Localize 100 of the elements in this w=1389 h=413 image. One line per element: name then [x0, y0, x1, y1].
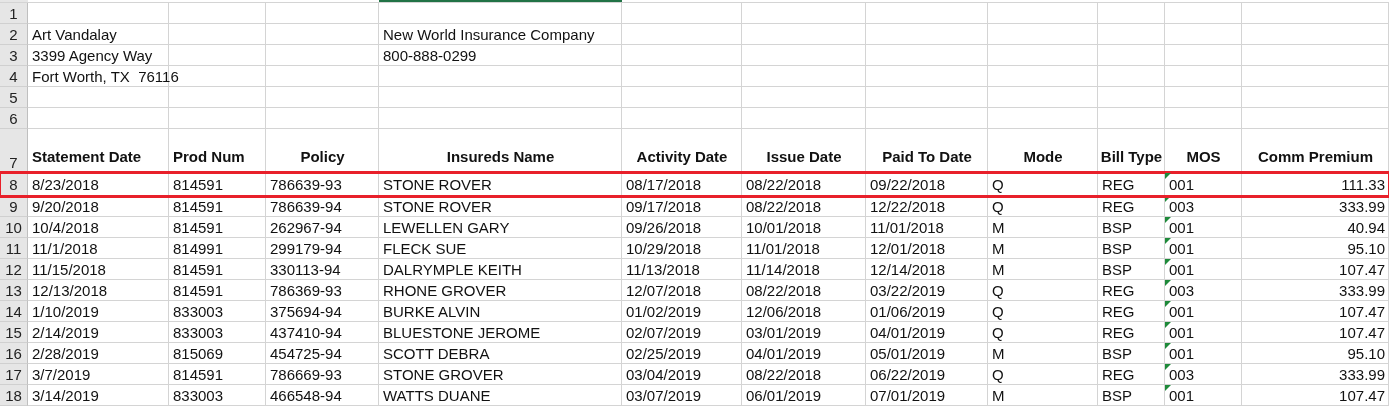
row-number[interactable]: 6 [0, 108, 28, 129]
cell-text: 10/01/2018 [746, 219, 822, 236]
cell-text: STONE ROVER [383, 176, 492, 193]
row-number[interactable]: 18 [0, 385, 28, 406]
row-number[interactable]: 14 [0, 301, 28, 322]
cell-text: REG [1102, 282, 1135, 299]
cell-text: Q [992, 176, 1004, 193]
cell-text: LEWELLEN GARY [383, 219, 510, 236]
row-number[interactable]: 5 [0, 87, 28, 108]
cell-text: FLECK SUE [383, 240, 467, 257]
cell-text: 11/01/2018 [870, 219, 944, 236]
column-header: Statement Date [32, 148, 142, 165]
cell-text: 07/01/2019 [870, 387, 946, 404]
row-number[interactable]: 4 [0, 66, 28, 87]
cell-text: 814991 [173, 240, 224, 257]
cell-text: 08/22/2018 [746, 282, 822, 299]
row-number[interactable]: 17 [0, 364, 28, 385]
cell-text: SCOTT DEBRA [383, 345, 490, 362]
cell-text: 001 [1169, 219, 1195, 236]
cell-text: DALRYMPLE KEITH [383, 261, 522, 278]
cell-text: Q [992, 198, 1004, 215]
cell-text: 333.99 [1339, 366, 1385, 383]
row-number[interactable]: 10 [0, 217, 28, 238]
row-number[interactable]: 7 [0, 129, 28, 173]
cell-text: New World Insurance Company [383, 26, 595, 43]
row-number[interactable]: 8 [0, 173, 28, 196]
cell-text: 814591 [173, 219, 224, 236]
cell-text: 299179-94 [270, 240, 342, 257]
cell-text: 05/01/2019 [870, 345, 946, 362]
cell-text: 2/28/2019 [32, 345, 99, 362]
cell-text: 814591 [173, 198, 224, 215]
cell-text: 107.47 [1339, 303, 1385, 320]
cell-text: 09/17/2018 [626, 198, 702, 215]
cell-text: REG [1102, 366, 1135, 383]
row-number[interactable]: 12 [0, 259, 28, 280]
row-number[interactable]: 13 [0, 280, 28, 301]
cell-text: BURKE ALVIN [383, 303, 481, 320]
cell-text: 786369-93 [270, 282, 342, 299]
cell-text: 09/22/2018 [870, 176, 946, 193]
cell-text: 12/13/2018 [32, 282, 108, 299]
row-number[interactable]: 3 [0, 45, 28, 66]
cell-text: Fort Worth, TX 76116 [32, 68, 179, 85]
cell-text: 001 [1169, 303, 1195, 320]
row-number[interactable]: 1 [0, 3, 28, 24]
row-number[interactable]: 16 [0, 343, 28, 364]
cell-text: REG [1102, 176, 1135, 193]
cell-text: 833003 [173, 303, 224, 320]
cell-text: REG [1102, 303, 1135, 320]
cell-text: 95.10 [1347, 345, 1385, 362]
cell-text: 437410-94 [270, 324, 342, 341]
cell-text: 01/06/2019 [870, 303, 946, 320]
column-header: Bill Type [1100, 148, 1163, 165]
cell-text: REG [1102, 198, 1135, 215]
cell-text: 11/01/2018 [746, 240, 820, 257]
cell-text: 003 [1169, 366, 1195, 383]
row-number[interactable]: 15 [0, 322, 28, 343]
row-number[interactable]: 9 [0, 196, 28, 217]
cell-text: Q [992, 282, 1004, 299]
cell-text: 06/22/2019 [870, 366, 946, 383]
cell-text: 12/14/2018 [870, 261, 946, 278]
cell-text: 08/17/2018 [626, 176, 702, 193]
cell-text: 01/02/2019 [626, 303, 702, 320]
cell-text: 12/22/2018 [870, 198, 946, 215]
cell-text: 12/06/2018 [746, 303, 822, 320]
cell-text: 1/10/2019 [32, 303, 99, 320]
cell-text: 001 [1169, 387, 1195, 404]
cell-text: 8/23/2018 [32, 176, 99, 193]
cell-text: 09/26/2018 [626, 219, 702, 236]
cell-text: 111.33 [1341, 176, 1385, 193]
cell-text: 3/7/2019 [32, 366, 91, 383]
row-number[interactable]: 11 [0, 238, 28, 259]
cell-text: 08/22/2018 [746, 366, 822, 383]
cell-text: M [992, 345, 1005, 362]
cell-text: 02/25/2019 [626, 345, 702, 362]
cell-text: RHONE GROVER [383, 282, 507, 299]
column-header: Policy [300, 148, 345, 165]
cell-text: 04/01/2019 [870, 324, 946, 341]
cell-text: 3/14/2019 [32, 387, 99, 404]
cell-text: BLUESTONE JEROME [383, 324, 541, 341]
cell-text: 03/04/2019 [626, 366, 702, 383]
cell-text: 330113-94 [270, 261, 341, 278]
column-header: MOS [1186, 148, 1221, 165]
column-header: Issue Date [766, 148, 842, 165]
cell-text: M [992, 387, 1005, 404]
cell-text: 03/07/2019 [626, 387, 702, 404]
cell-text: STONE ROVER [383, 198, 492, 215]
cell-text: 814591 [173, 366, 224, 383]
cell-text: 11/15/2018 [32, 261, 106, 278]
column-header: Paid To Date [882, 148, 972, 165]
cell-text: 786669-93 [270, 366, 342, 383]
cell-text: 10/29/2018 [626, 240, 702, 257]
cell-text: Q [992, 366, 1004, 383]
cell-text: 107.47 [1339, 387, 1385, 404]
cell-text: 04/01/2019 [746, 345, 822, 362]
column-header: Prod Num [173, 148, 245, 165]
column-header: Activity Date [636, 148, 728, 165]
column-header: Comm Premium [1258, 148, 1373, 165]
row-number[interactable]: 2 [0, 24, 28, 45]
cell-text: 10/4/2018 [32, 219, 99, 236]
cell-text: 814591 [173, 176, 224, 193]
